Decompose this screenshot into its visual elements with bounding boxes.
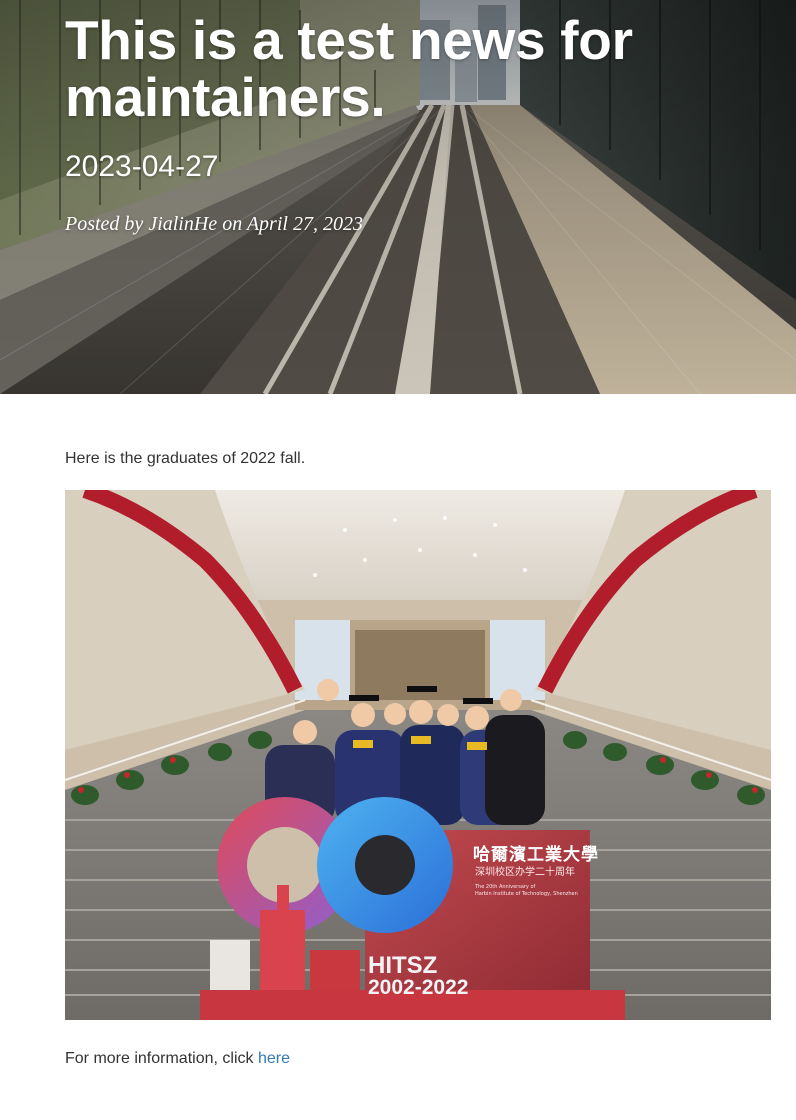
outro-paragraph: For more information, click here: [65, 1048, 771, 1070]
intro-paragraph: Here is the graduates of 2022 fall.: [65, 450, 306, 467]
sign-chinese-name: 哈爾濱工業大學: [473, 845, 599, 865]
graduation-group-photo: 哈爾濱工業大學 深圳校区办学二十周年 The 20th Anniversary …: [65, 490, 771, 1020]
more-info-link[interactable]: here: [258, 1050, 290, 1067]
sign-english-line-2: Harbin Institute of Technology, Shenzhen: [475, 891, 578, 897]
post-date: April 27, 2023: [246, 213, 363, 235]
post-title: This is a test news for maintainers.: [65, 9, 633, 128]
post-body: Here is the graduates of 2022 fall. 哈爾濱工…: [65, 394, 771, 1070]
post-author: JialinHe: [148, 213, 218, 235]
hitsz-logo-years: 2002-2022: [368, 976, 469, 999]
meta-middle: on: [217, 213, 247, 235]
meta-prefix: Posted by: [65, 213, 149, 235]
sign-english-line-1: The 20th Anniversary of: [475, 884, 536, 890]
post-subtitle: 2023-04-27: [65, 150, 219, 183]
graduation-photo-image: [65, 490, 771, 1020]
post-header: This is a test news for maintainers. 202…: [0, 0, 796, 394]
header-text-block: This is a test news for maintainers. 202…: [65, 12, 756, 236]
sign-chinese-sub: 深圳校区办学二十周年: [475, 867, 575, 878]
outro-text: For more information, click: [65, 1050, 258, 1067]
post-meta: Posted by JialinHe on April 27, 2023: [65, 212, 756, 236]
